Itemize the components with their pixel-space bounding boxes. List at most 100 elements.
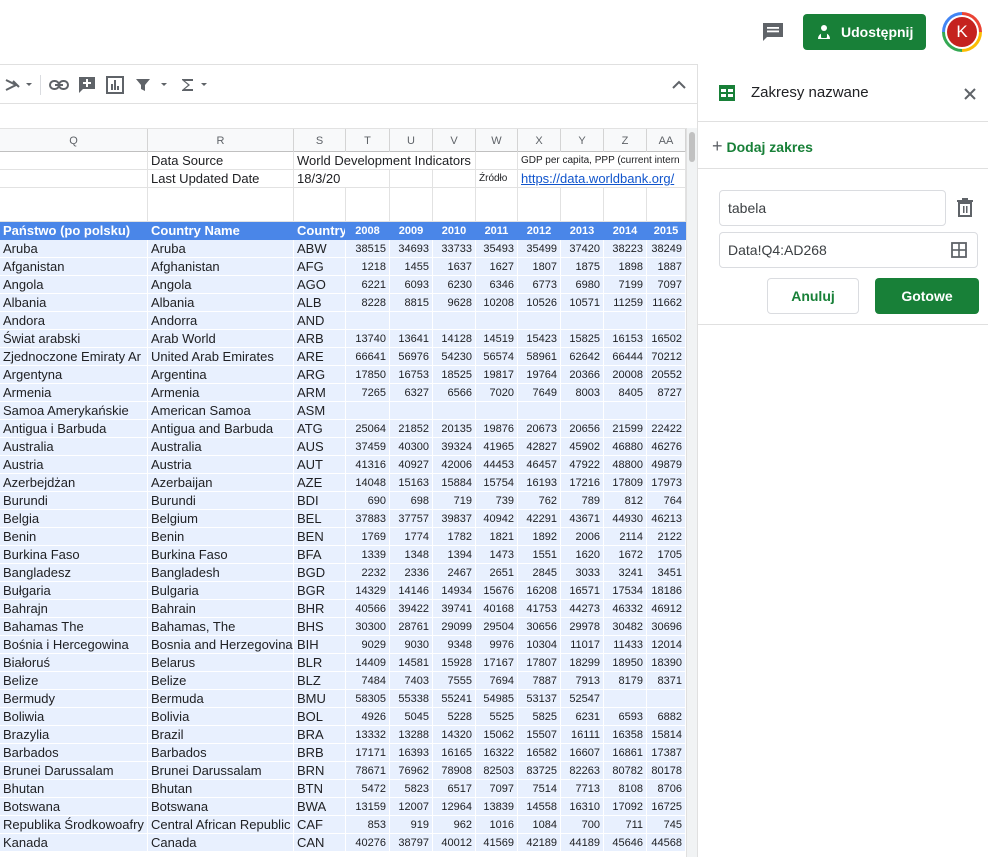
value-cell[interactable]: 2651 [476, 564, 518, 582]
value-cell[interactable]: 7514 [518, 780, 561, 798]
value-cell[interactable]: 719 [433, 492, 476, 510]
value-cell[interactable]: 38515 [346, 240, 390, 258]
text-cell[interactable]: Belarus [148, 654, 294, 672]
value-cell[interactable]: 13641 [390, 330, 433, 348]
header-year-cell[interactable]: 2009 [390, 222, 433, 240]
text-cell[interactable]: Benin [148, 528, 294, 546]
text-cell[interactable]: Australia [0, 438, 148, 456]
value-cell[interactable]: 1455 [390, 258, 433, 276]
value-cell[interactable]: 41753 [518, 600, 561, 618]
value-cell[interactable]: 37757 [390, 510, 433, 528]
header-year-cell[interactable]: 2008 [346, 222, 390, 240]
value-cell[interactable]: 1084 [518, 816, 561, 834]
value-cell[interactable]: 7887 [518, 672, 561, 690]
value-cell[interactable]: 14329 [346, 582, 390, 600]
value-cell[interactable]: 7020 [476, 384, 518, 402]
text-cell[interactable]: AND [294, 312, 346, 330]
value-cell[interactable]: 38797 [390, 834, 433, 852]
trash-icon[interactable] [956, 198, 974, 218]
text-cell[interactable]: BOL [294, 708, 346, 726]
value-cell[interactable]: 44930 [604, 510, 647, 528]
value-cell[interactable] [346, 402, 390, 420]
value-cell[interactable]: 43671 [561, 510, 604, 528]
value-cell[interactable]: 8727 [647, 384, 686, 402]
value-cell[interactable]: 46912 [647, 600, 686, 618]
value-cell[interactable]: 42189 [518, 834, 561, 852]
text-cell[interactable]: Afghanistan [148, 258, 294, 276]
value-cell[interactable]: 17092 [604, 798, 647, 816]
value-cell[interactable]: 14581 [390, 654, 433, 672]
value-cell[interactable]: 10571 [561, 294, 604, 312]
filter-icon[interactable] [134, 74, 174, 96]
value-cell[interactable]: 698 [390, 492, 433, 510]
value-cell[interactable]: 45646 [604, 834, 647, 852]
text-cell[interactable]: Bahamas The [0, 618, 148, 636]
value-cell[interactable]: 16607 [561, 744, 604, 762]
text-cell[interactable]: American Samoa [148, 402, 294, 420]
close-icon[interactable] [962, 86, 978, 102]
text-cell[interactable]: BGR [294, 582, 346, 600]
header-year-cell[interactable]: 2010 [433, 222, 476, 240]
grid-cell[interactable] [433, 188, 476, 222]
value-cell[interactable]: 1620 [561, 546, 604, 564]
cancel-button[interactable]: Anuluj [767, 278, 859, 314]
text-cell[interactable]: BHR [294, 600, 346, 618]
value-cell[interactable]: 11017 [561, 636, 604, 654]
value-cell[interactable]: 15754 [476, 474, 518, 492]
value-cell[interactable]: 21599 [604, 420, 647, 438]
value-cell[interactable]: 39837 [433, 510, 476, 528]
text-cell[interactable]: ARG [294, 366, 346, 384]
value-cell[interactable]: 10208 [476, 294, 518, 312]
value-cell[interactable]: 82503 [476, 762, 518, 780]
text-cell[interactable]: Bhutan [148, 780, 294, 798]
grid-cell[interactable] [604, 188, 647, 222]
grid-cell[interactable] [346, 188, 390, 222]
text-cell[interactable]: Angola [148, 276, 294, 294]
value-cell[interactable]: 9348 [433, 636, 476, 654]
value-cell[interactable]: 5825 [518, 708, 561, 726]
value-cell[interactable]: 1875 [561, 258, 604, 276]
text-cell[interactable]: Bośnia i Hercegowina [0, 636, 148, 654]
value-cell[interactable] [647, 312, 686, 330]
text-cell[interactable]: Burundi [0, 492, 148, 510]
indicator-name[interactable]: GDP per capita, PPP (current intern [518, 152, 686, 170]
value-cell[interactable]: 38249 [647, 240, 686, 258]
value-cell[interactable]: 919 [390, 816, 433, 834]
last-updated-value[interactable]: 18/3/20 [294, 170, 390, 188]
value-cell[interactable]: 47922 [561, 456, 604, 474]
value-cell[interactable]: 17973 [647, 474, 686, 492]
text-cell[interactable]: ATG [294, 420, 346, 438]
text-cell[interactable]: Belgia [0, 510, 148, 528]
value-cell[interactable] [476, 402, 518, 420]
value-cell[interactable]: 14320 [433, 726, 476, 744]
text-cell[interactable]: Belize [0, 672, 148, 690]
value-cell[interactable]: 8179 [604, 672, 647, 690]
value-cell[interactable]: 711 [604, 816, 647, 834]
text-cell[interactable]: Belize [148, 672, 294, 690]
value-cell[interactable]: 29504 [476, 618, 518, 636]
value-cell[interactable]: 6327 [390, 384, 433, 402]
value-cell[interactable]: 5045 [390, 708, 433, 726]
text-cell[interactable]: BWA [294, 798, 346, 816]
value-cell[interactable]: 48800 [604, 456, 647, 474]
value-cell[interactable]: 10304 [518, 636, 561, 654]
text-cell[interactable]: Barbados [148, 744, 294, 762]
value-cell[interactable]: 3241 [604, 564, 647, 582]
value-cell[interactable]: 29099 [433, 618, 476, 636]
value-cell[interactable]: 40168 [476, 600, 518, 618]
value-cell[interactable]: 7913 [561, 672, 604, 690]
value-cell[interactable]: 16725 [647, 798, 686, 816]
value-cell[interactable]: 2122 [647, 528, 686, 546]
value-cell[interactable]: 13740 [346, 330, 390, 348]
value-cell[interactable]: 80178 [647, 762, 686, 780]
value-cell[interactable]: 13332 [346, 726, 390, 744]
value-cell[interactable]: 39741 [433, 600, 476, 618]
value-cell[interactable]: 46332 [604, 600, 647, 618]
text-cell[interactable]: AZE [294, 474, 346, 492]
value-cell[interactable]: 16322 [476, 744, 518, 762]
text-cell[interactable]: Antigua i Barbuda [0, 420, 148, 438]
comment-history-icon[interactable] [760, 20, 786, 44]
value-cell[interactable]: 812 [604, 492, 647, 510]
value-cell[interactable]: 14146 [390, 582, 433, 600]
value-cell[interactable]: 40012 [433, 834, 476, 852]
